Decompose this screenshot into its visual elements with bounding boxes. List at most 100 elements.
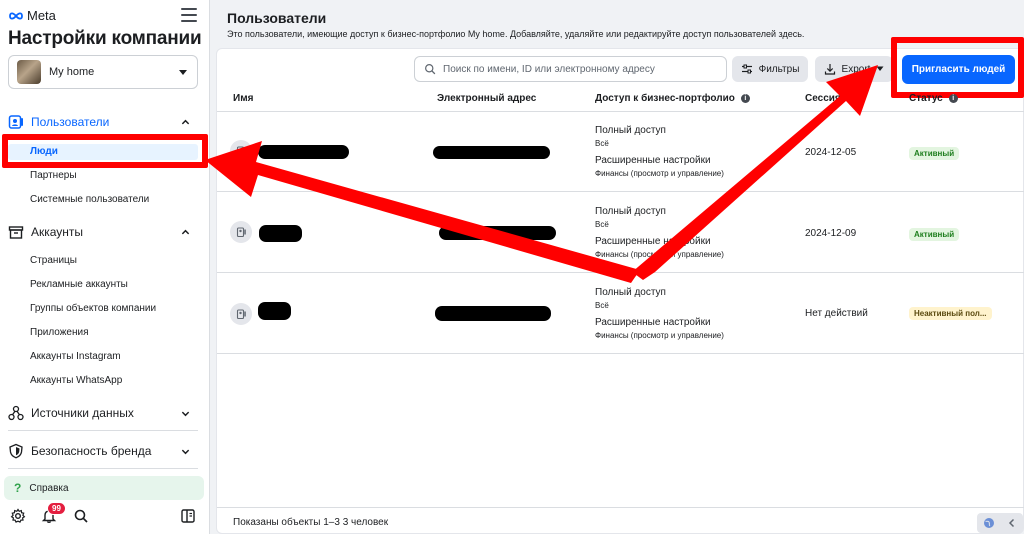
sidebar-item-asset-groups[interactable]: Группы объектов компании (30, 301, 156, 317)
sidebar-item-people[interactable]: Люди (8, 144, 198, 160)
gear-icon[interactable] (10, 508, 26, 524)
advanced-settings-title: Расширенные настройки (595, 236, 711, 247)
filter-sliders-icon (741, 64, 752, 74)
search-input[interactable] (443, 63, 713, 75)
column-header-email[interactable]: Электронный адрес (437, 93, 536, 104)
meta-infinity-icon (9, 11, 23, 20)
status-badge: Активный (909, 228, 960, 241)
user-id-icon (230, 140, 252, 162)
sidebar-item-whatsapp-accounts[interactable]: Аккаунты WhatsApp (30, 373, 122, 389)
access-scope: Всё (595, 220, 609, 229)
sidebar-section-accounts[interactable]: Аккаунты (0, 220, 210, 244)
chevron-up-icon (181, 229, 190, 234)
help-question-icon: ? (14, 481, 22, 495)
meta-brand-text: Meta (27, 8, 56, 23)
access-level: Полный доступ (595, 206, 666, 217)
session-date: 2024-12-05 (805, 147, 857, 158)
export-button[interactable]: Export (815, 56, 893, 82)
table-row[interactable]: Полный доступ Всё Расширенные настройки … (217, 193, 1024, 273)
briefcase-icon (8, 226, 24, 239)
sidebar-section-users[interactable]: Пользователи (0, 110, 210, 134)
sidebar-item-system-users[interactable]: Системные пользователи (30, 192, 149, 208)
redacted-name (258, 302, 291, 320)
menu-icon[interactable] (181, 8, 197, 22)
advanced-settings-detail: Финансы (просмотр и управление) (595, 169, 724, 178)
sidebar-divider (8, 468, 198, 469)
sidebar-item-ad-accounts[interactable]: Рекламные аккаунты (30, 277, 128, 293)
redacted-name (258, 145, 349, 159)
redacted-email (439, 226, 556, 240)
redacted-email (433, 146, 550, 159)
results-count: Показаны объекты 1–3 3 человек (233, 517, 389, 528)
globe-icon[interactable] (983, 517, 995, 529)
chevron-down-icon (181, 449, 190, 454)
account-avatar (17, 60, 41, 84)
chevron-up-icon (181, 119, 190, 124)
user-id-icon (230, 303, 252, 325)
chevron-left-icon[interactable] (1007, 518, 1017, 528)
meta-logo[interactable]: Meta (8, 8, 56, 23)
sidebar-section-label: Источники данных (31, 406, 134, 420)
filters-button[interactable]: Фильтры (732, 56, 808, 82)
footer-divider (217, 507, 1024, 508)
sidebar-item-pages[interactable]: Страницы (30, 253, 77, 269)
chevron-down-icon (179, 70, 187, 75)
data-sources-icon (8, 405, 24, 421)
sidebar-section-brand-safety[interactable]: Безопасность бренда (0, 439, 210, 463)
main-content: Пользователи Это пользователи, имеющие д… (210, 0, 1024, 534)
redacted-name (259, 225, 302, 242)
table-row[interactable]: Полный доступ Всё Расширенные настройки … (217, 112, 1024, 192)
page-title: Пользователи (227, 10, 327, 26)
search-field[interactable] (414, 56, 727, 82)
user-id-icon (230, 221, 252, 243)
sidebar-section-label: Безопасность бренда (31, 444, 152, 458)
sidebar: Meta Настройки компании My home Пользова… (0, 0, 210, 534)
company-settings-title: Настройки компании (8, 28, 202, 49)
sidebar-section-data-sources[interactable]: Источники данных (0, 401, 210, 425)
sidebar-section-label: Пользователи (31, 115, 110, 129)
help-link[interactable]: ? Справка (4, 476, 204, 500)
footer-widget (977, 513, 1023, 533)
advanced-settings-detail: Финансы (просмотр и управление) (595, 250, 724, 259)
status-badge: Активный (909, 147, 960, 160)
advanced-settings-title: Расширенные настройки (595, 155, 711, 166)
users-icon (8, 115, 23, 129)
table-row[interactable]: Полный доступ Всё Расширенные настройки … (217, 274, 1024, 354)
search-icon (425, 64, 436, 75)
filters-label: Фильтры (758, 63, 800, 75)
sidebar-bottom-toolbar: 99 (0, 502, 210, 529)
advanced-settings-detail: Финансы (просмотр и управление) (595, 331, 724, 340)
sidebar-item-apps[interactable]: Приложения (30, 325, 89, 341)
help-label: Справка (29, 482, 69, 494)
search-icon[interactable] (73, 508, 89, 524)
session-status: Нет действий (805, 308, 868, 319)
notification-count-badge: 99 (47, 502, 66, 515)
sidebar-item-instagram-accounts[interactable]: Аккаунты Instagram (30, 349, 121, 365)
invite-people-button[interactable]: Пригласить людей (902, 55, 1015, 84)
account-name: My home (49, 66, 95, 78)
sidebar-section-label: Аккаунты (31, 225, 84, 239)
panel-toggle-icon[interactable] (180, 508, 196, 524)
caret-down-icon (876, 66, 884, 71)
column-header-access[interactable]: Доступ к бизнес-портфолио i (595, 93, 750, 104)
shield-icon (9, 443, 23, 459)
export-label: Export (841, 63, 871, 75)
sidebar-item-partners[interactable]: Партнеры (30, 168, 77, 184)
column-header-name[interactable]: Имя (233, 93, 253, 104)
column-header-status[interactable]: Статус i (909, 93, 958, 104)
account-selector[interactable]: My home (8, 55, 198, 89)
users-panel: Фильтры Export Пригласить людей Имя Элек… (216, 37, 1024, 534)
advanced-settings-title: Расширенные настройки (595, 317, 711, 328)
download-icon (824, 64, 835, 75)
column-header-session[interactable]: Сессия (805, 93, 841, 104)
status-badge: Неактивный пол... (909, 307, 992, 320)
access-scope: Всё (595, 139, 609, 148)
chevron-down-icon (181, 411, 190, 416)
access-scope: Всё (595, 301, 609, 310)
redacted-email (435, 306, 551, 321)
page-subtitle: Это пользователи, имеющие доступ к бизне… (227, 29, 805, 39)
info-icon[interactable]: i (740, 94, 750, 103)
access-level: Полный доступ (595, 125, 666, 136)
access-level: Полный доступ (595, 287, 666, 298)
info-icon[interactable]: i (948, 94, 958, 103)
